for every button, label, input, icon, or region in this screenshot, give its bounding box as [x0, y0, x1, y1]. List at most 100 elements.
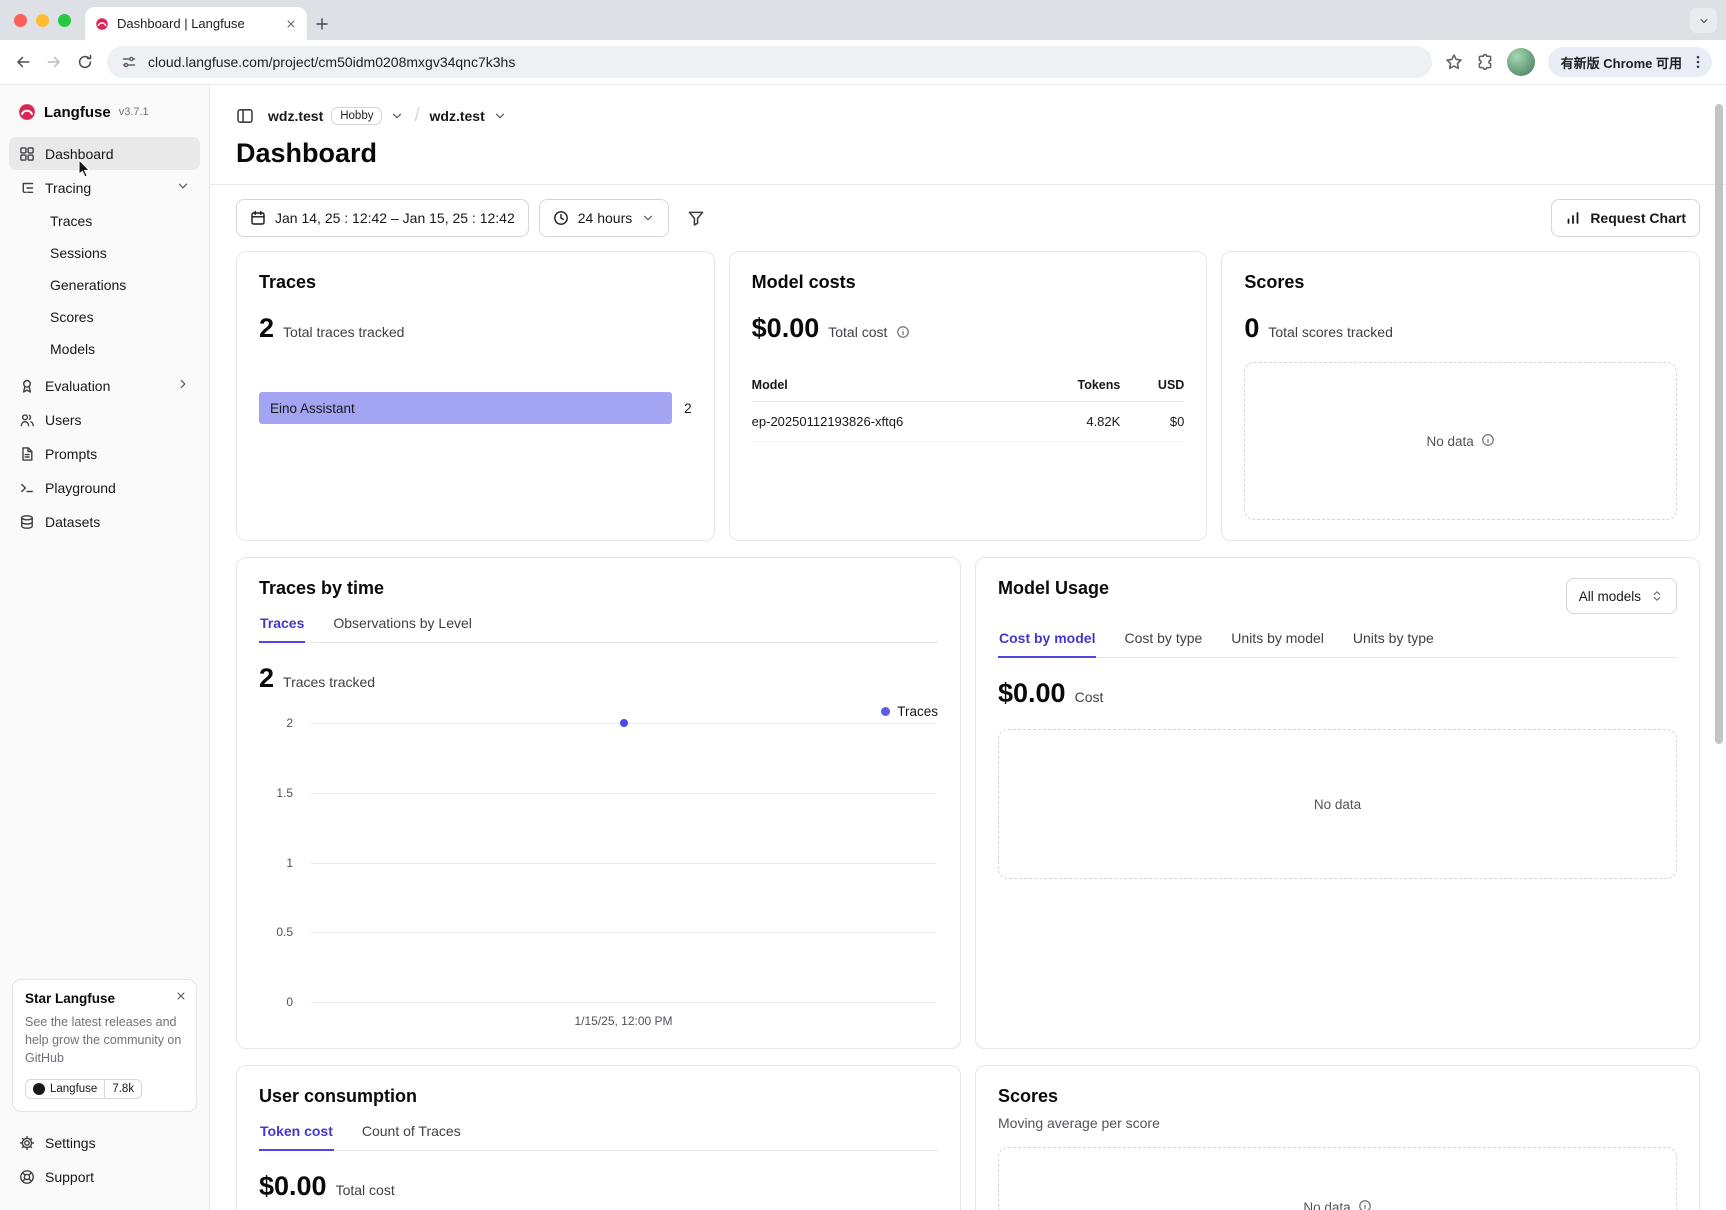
sidebar-item-sessions[interactable]: Sessions [9, 237, 200, 268]
model-name-cell: ep-20250112193826-xftq6 [752, 402, 1029, 442]
profile-avatar[interactable] [1507, 48, 1535, 76]
model-filter-select[interactable]: All models [1566, 578, 1677, 614]
sidebar-item-generations[interactable]: Generations [9, 269, 200, 300]
tab-observations-by-level[interactable]: Observations by Level [332, 615, 473, 642]
sidebar-item-label: Settings [45, 1135, 96, 1151]
tab-search-button[interactable] [1690, 8, 1717, 33]
request-chart-label: Request Chart [1590, 210, 1686, 226]
scores-total: 0 [1244, 313, 1259, 344]
sidebar-item-evaluation[interactable]: Evaluation [9, 369, 200, 402]
github-label: Langfuse [50, 1083, 97, 1095]
chrome-update-chip[interactable]: 有新版 Chrome 可用 [1548, 47, 1712, 77]
sidebar-item-tracing[interactable]: Tracing [9, 171, 200, 204]
tracing-icon [19, 180, 35, 196]
model-filter-value: All models [1579, 589, 1641, 604]
chevrons-up-down-icon [1650, 589, 1664, 603]
sidebar-item-playground[interactable]: Playground [9, 471, 200, 504]
tab-units-by-model[interactable]: Units by model [1230, 630, 1325, 657]
tab-traces[interactable]: Traces [259, 615, 305, 642]
forward-button[interactable] [45, 53, 63, 71]
traces-by-time-card: Traces by time Traces Observations by Le… [236, 557, 961, 1049]
sidebar: Langfuse v3.7.1 Dashboard Tracing Traces… [0, 85, 210, 1210]
brand-name: Langfuse [44, 104, 111, 121]
sidebar-item-prompts[interactable]: Prompts [9, 437, 200, 470]
playground-icon [19, 480, 35, 496]
star-langfuse-card: Star Langfuse See the latest releases an… [12, 979, 197, 1112]
chart-data-point[interactable] [620, 719, 628, 727]
github-star-button[interactable]: Langfuse 7.8k [25, 1079, 142, 1099]
tab-token-cost[interactable]: Token cost [259, 1123, 334, 1150]
sidebar-toggle-button[interactable] [236, 107, 254, 125]
sidebar-item-label: Playground [45, 480, 116, 496]
zoom-window-button[interactable] [58, 14, 71, 27]
card-title: Scores [998, 1086, 1677, 1107]
close-tab-icon[interactable] [285, 18, 297, 30]
chart-plot-area [311, 723, 936, 1002]
minimize-window-button[interactable] [36, 14, 49, 27]
sidebar-item-label: Generations [50, 277, 126, 293]
sidebar-item-label: Support [45, 1169, 94, 1185]
scores-by-time-card: Scores Moving average per score No data [975, 1065, 1700, 1210]
funnel-icon [687, 209, 705, 227]
dashboard-icon [19, 146, 35, 162]
plan-badge: Hobby [331, 107, 382, 125]
org-name[interactable]: wdz.test [268, 108, 323, 124]
traces-chart: 00.511.52 1/15/25, 12:00 PM [259, 723, 938, 1028]
sidebar-item-scores[interactable]: Scores [9, 301, 200, 332]
tab-cost-by-type[interactable]: Cost by type [1123, 630, 1203, 657]
sidebar-item-dashboard[interactable]: Dashboard [9, 137, 200, 170]
forward-arrow-icon [45, 53, 63, 71]
bar-chart-icon [1565, 210, 1581, 226]
project-name[interactable]: wdz.test [430, 108, 485, 124]
extensions-button[interactable] [1476, 53, 1494, 71]
chevron-down-icon [641, 211, 655, 225]
chevron-down-icon[interactable] [390, 109, 404, 123]
tab-cost-by-model[interactable]: Cost by model [998, 630, 1096, 657]
new-tab-button[interactable] [307, 7, 337, 40]
traces-total: 2 [259, 313, 274, 344]
sidebar-item-traces[interactable]: Traces [9, 205, 200, 236]
info-icon[interactable] [1481, 433, 1495, 450]
sidebar-item-support[interactable]: Support [9, 1160, 200, 1193]
panel-left-icon [236, 107, 254, 125]
site-settings-icon[interactable] [121, 54, 137, 70]
chrome-update-label: 有新版 Chrome 可用 [1561, 53, 1682, 72]
close-window-button[interactable] [14, 14, 27, 27]
filter-button[interactable] [679, 199, 713, 237]
back-button[interactable] [14, 53, 32, 71]
sidebar-item-settings[interactable]: Settings [9, 1126, 200, 1159]
sidebar-item-datasets[interactable]: Datasets [9, 505, 200, 538]
browser-tab[interactable]: Dashboard | Langfuse [85, 7, 307, 40]
user-consumption-card: User consumption Token cost Count of Tra… [236, 1065, 961, 1210]
bookmark-button[interactable] [1445, 53, 1463, 71]
reload-button[interactable] [76, 53, 94, 71]
browser-tab-strip: Dashboard | Langfuse [0, 0, 1726, 40]
request-chart-button[interactable]: Request Chart [1551, 199, 1700, 237]
table-row[interactable]: ep-20250112193826-xftq6 4.82K $0 [752, 402, 1185, 442]
tab-count-of-traces[interactable]: Count of Traces [361, 1123, 462, 1150]
sidebar-item-models[interactable]: Models [9, 333, 200, 364]
info-icon[interactable] [896, 325, 910, 344]
sidebar-item-label: Scores [50, 309, 94, 325]
close-icon [175, 990, 187, 1002]
sidebar-item-users[interactable]: Users [9, 403, 200, 436]
model-usage-tabs: Cost by model Cost by type Units by mode… [998, 630, 1677, 658]
trace-name-bar[interactable]: Eino Assistant [259, 392, 672, 424]
close-promo-button[interactable] [175, 989, 187, 1007]
time-window-dropdown[interactable]: 24 hours [539, 199, 669, 237]
browser-menu-button[interactable] [1690, 54, 1706, 70]
sidebar-item-label: Evaluation [45, 378, 110, 394]
chevron-down-icon[interactable] [493, 109, 507, 123]
column-header: Tokens [1028, 378, 1120, 402]
tab-units-by-type[interactable]: Units by type [1352, 630, 1435, 657]
scores-card: Scores 0 Total scores tracked No data [1221, 251, 1700, 541]
prompts-icon [19, 446, 35, 462]
sidebar-item-label: Sessions [50, 245, 107, 261]
dashboard-grid: Traces 2 Total traces tracked Eino Assis… [210, 237, 1726, 1210]
address-bar[interactable]: cloud.langfuse.com/project/cm50idm0208mx… [107, 46, 1432, 78]
page-scrollbar[interactable] [1715, 104, 1723, 744]
info-icon[interactable] [1358, 1199, 1372, 1210]
date-range-picker[interactable]: Jan 14, 25 : 12:42 – Jan 15, 25 : 12:42 [236, 199, 529, 237]
no-data-label: No data [1427, 434, 1474, 449]
back-arrow-icon [14, 53, 32, 71]
